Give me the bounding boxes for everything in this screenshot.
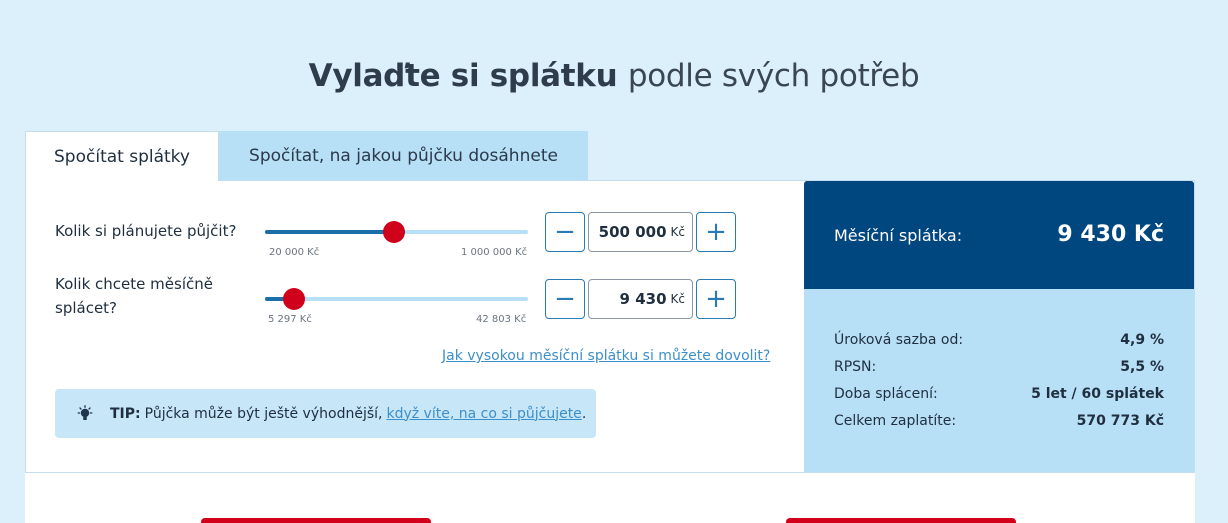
cta-button-left[interactable] [201, 518, 431, 523]
monthly-payment-label-line1: Kolik chcete měsíčně [55, 275, 213, 293]
tip-link[interactable]: když víte, na co si půjčujete [386, 406, 581, 422]
loan-amount-slider-fill [265, 230, 394, 234]
monthly-payment-label: Kolik chcete měsíčně splácet? [55, 272, 213, 320]
cta-button-right[interactable] [786, 518, 1016, 523]
tab-calculate-loan-amount[interactable]: Spočítat, na jakou půjčku dosáhnete [219, 131, 588, 181]
loan-amount-label: Kolik si plánujete půjčit? [55, 222, 237, 240]
tip-text: Půjčka může být ještě výhodnější, [144, 405, 383, 422]
monthly-payment-input[interactable]: 9 430 Kč [588, 279, 693, 319]
page-title: Vylaďte si splátku podle svých potřeb [0, 58, 1228, 94]
loan-amount-input[interactable]: 500 000 Kč [588, 212, 693, 252]
detail-value: 5,5 % [1120, 359, 1164, 375]
detail-label: Doba splácení: [834, 386, 938, 402]
plus-icon: + [705, 217, 727, 247]
detail-value: 4,9 % [1120, 332, 1164, 348]
monthly-payment-value: 9 430 [619, 290, 667, 308]
monthly-payment-label-line2: splácet? [55, 299, 118, 317]
detail-total-paid: Celkem zaplatíte: 570 773 Kč [834, 413, 1164, 429]
loan-amount-slider[interactable] [265, 221, 528, 243]
tab-calculate-payments[interactable]: Spočítat splátky [25, 131, 219, 181]
detail-interest-rate: Úroková sazba od: 4,9 % [834, 332, 1164, 348]
detail-value: 5 let / 60 splátek [1031, 386, 1164, 402]
lower-panel [25, 473, 1195, 523]
page-title-light: podle svých potřeb [627, 58, 920, 94]
lightbulb-icon [77, 404, 93, 420]
loan-amount-value: 500 000 [598, 223, 667, 241]
loan-amount-decrease-button[interactable]: − [545, 212, 585, 252]
detail-rpsn: RPSN: 5,5 % [834, 359, 1164, 375]
tip-key: TIP: [110, 405, 141, 422]
result-details: Úroková sazba od: 4,9 % RPSN: 5,5 % Doba… [804, 289, 1194, 472]
detail-repayment-period: Doba splácení: 5 let / 60 splátek [834, 386, 1164, 402]
plus-icon: + [705, 284, 727, 314]
loan-amount-min: 20 000 Kč [269, 247, 320, 258]
result-label: Měsíční splátka: [834, 226, 963, 245]
monthly-payment-increase-button[interactable]: + [696, 279, 736, 319]
detail-label: Úroková sazba od: [834, 332, 964, 348]
monthly-payment-slider[interactable] [265, 288, 528, 310]
affordable-payment-link[interactable]: Jak vysokou měsíční splátku si můžete do… [442, 348, 770, 364]
loan-amount-unit: Kč [670, 225, 685, 239]
monthly-payment-result: Měsíční splátka: 9 430 Kč [804, 181, 1194, 289]
monthly-payment-max: 42 803 Kč [476, 314, 527, 325]
detail-label: RPSN: [834, 359, 877, 375]
tip-end: . [581, 405, 587, 422]
loan-amount-increase-button[interactable]: + [696, 212, 736, 252]
monthly-payment-unit: Kč [670, 292, 685, 306]
detail-value: 570 773 Kč [1076, 413, 1164, 429]
monthly-payment-decrease-button[interactable]: − [545, 279, 585, 319]
page-title-bold: Vylaďte si splátku [308, 58, 618, 94]
monthly-payment-slider-thumb[interactable] [282, 288, 305, 310]
result-value: 9 430 Kč [1057, 222, 1164, 247]
loan-amount-max: 1 000 000 Kč [461, 247, 528, 258]
detail-label: Celkem zaplatíte: [834, 413, 957, 429]
monthly-payment-min: 5 297 Kč [268, 314, 312, 325]
loan-amount-slider-thumb[interactable] [382, 221, 405, 243]
minus-icon: − [554, 217, 576, 247]
minus-icon: − [554, 284, 576, 314]
tip-box: TIP: Půjčka může být ještě výhodnější, k… [55, 389, 596, 438]
